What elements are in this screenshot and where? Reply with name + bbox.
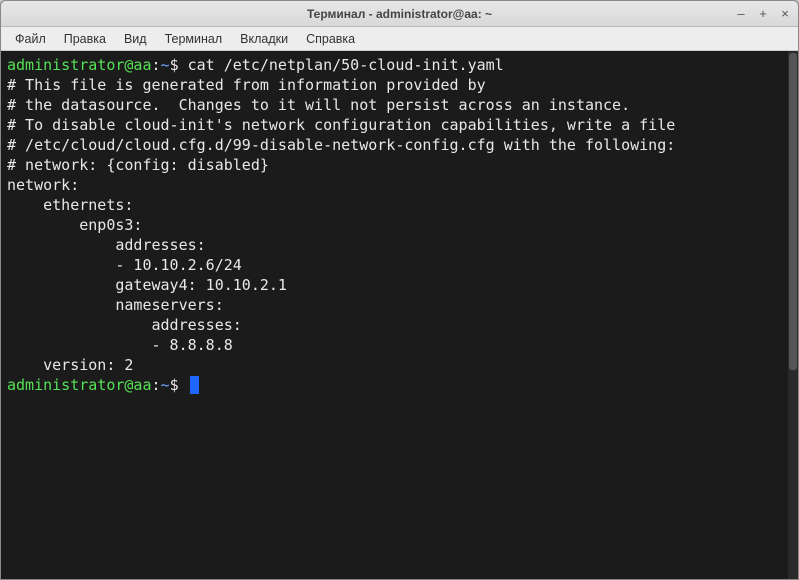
window-controls: – + ×	[734, 1, 792, 26]
menu-help[interactable]: Справка	[298, 29, 363, 49]
output-line: - 10.10.2.6/24	[7, 255, 792, 275]
prompt-symbol: $	[170, 376, 179, 394]
output-line: ethernets:	[7, 195, 792, 215]
prompt-user-host: administrator@aa	[7, 56, 152, 74]
output-line: gateway4: 10.10.2.1	[7, 275, 792, 295]
prompt-line-1: administrator@aa:~$ cat /etc/netplan/50-…	[7, 55, 792, 75]
prompt-path: ~	[161, 56, 170, 74]
titlebar[interactable]: Терминал - administrator@aa: ~ – + ×	[1, 1, 798, 27]
output-line: nameservers:	[7, 295, 792, 315]
menu-file[interactable]: Файл	[7, 29, 54, 49]
prompt-colon: :	[152, 376, 161, 394]
prompt-colon: :	[152, 56, 161, 74]
output-line: # This file is generated from informatio…	[7, 75, 792, 95]
close-button[interactable]: ×	[778, 7, 792, 21]
menu-terminal[interactable]: Терминал	[157, 29, 231, 49]
menu-view[interactable]: Вид	[116, 29, 155, 49]
output-line: # network: {config: disabled}	[7, 155, 792, 175]
minimize-button[interactable]: –	[734, 7, 748, 21]
terminal-window: Терминал - administrator@aa: ~ – + × Фай…	[0, 0, 799, 580]
prompt-path: ~	[161, 376, 170, 394]
prompt-user-host: administrator@aa	[7, 376, 152, 394]
window-title: Терминал - administrator@aa: ~	[307, 7, 492, 21]
output-line: # the datasource. Changes to it will not…	[7, 95, 792, 115]
output-line: network:	[7, 175, 792, 195]
terminal-body[interactable]: administrator@aa:~$ cat /etc/netplan/50-…	[1, 51, 798, 579]
menu-tabs[interactable]: Вкладки	[232, 29, 296, 49]
cursor-icon	[190, 376, 199, 394]
prompt-symbol: $	[170, 56, 179, 74]
maximize-button[interactable]: +	[756, 7, 770, 21]
output-line: addresses:	[7, 315, 792, 335]
output-line: version: 2	[7, 355, 792, 375]
output-line: addresses:	[7, 235, 792, 255]
output-line: - 8.8.8.8	[7, 335, 792, 355]
scrollbar[interactable]	[788, 51, 798, 579]
command-text: cat /etc/netplan/50-cloud-init.yaml	[188, 56, 504, 74]
output-line: enp0s3:	[7, 215, 792, 235]
menu-edit[interactable]: Правка	[56, 29, 114, 49]
scrollbar-thumb[interactable]	[789, 53, 797, 370]
menubar: Файл Правка Вид Терминал Вкладки Справка	[1, 27, 798, 51]
output-line: # /etc/cloud/cloud.cfg.d/99-disable-netw…	[7, 135, 792, 155]
output-line: # To disable cloud-init's network config…	[7, 115, 792, 135]
prompt-line-2: administrator@aa:~$	[7, 375, 792, 395]
